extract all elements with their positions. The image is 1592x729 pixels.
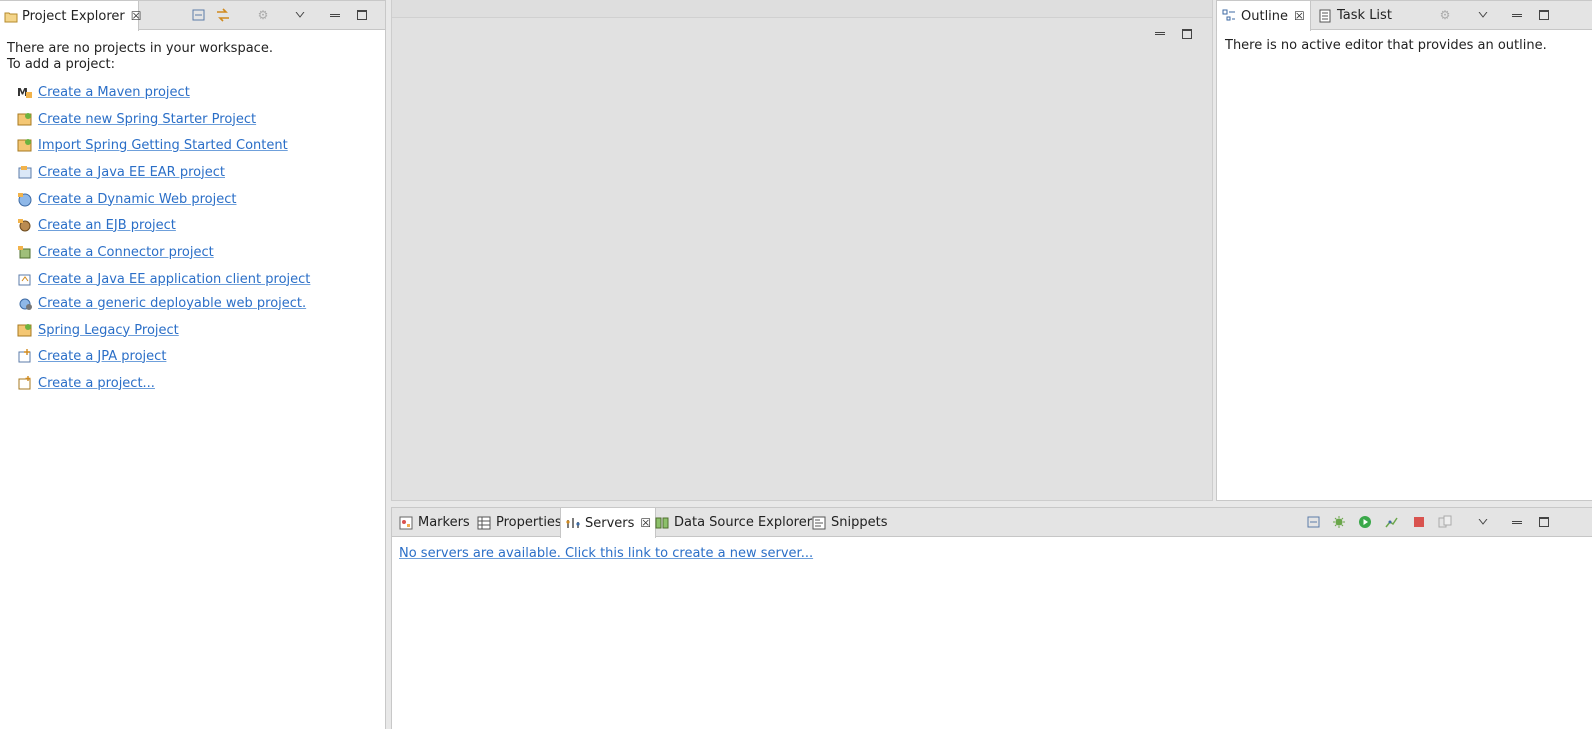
outline-tabbar: Outline ☒ Task List ⚙ [1216, 1, 1592, 31]
close-icon[interactable]: ☒ [131, 9, 142, 23]
maximize-button[interactable] [1535, 513, 1553, 531]
servers-icon [565, 515, 581, 531]
new-project-icon [17, 375, 33, 391]
folder-icon [4, 8, 18, 24]
tab-label: Outline [1241, 8, 1289, 24]
spring-starter-icon [17, 111, 33, 127]
editor-maximize-button[interactable] [1178, 25, 1196, 43]
ejb-project-icon [17, 217, 33, 233]
view-menu-button[interactable] [1474, 6, 1492, 24]
tab-snippets[interactable]: Snippets [807, 508, 891, 537]
profile-server-icon[interactable] [1382, 513, 1400, 531]
tab-properties[interactable]: Properties [472, 508, 566, 537]
tab-label: Data Source Explorer [674, 515, 813, 530]
outline-view: Outline ☒ Task List ⚙ There is no active… [1216, 0, 1592, 501]
import-spring-content-link[interactable]: Import Spring Getting Started Content [17, 135, 288, 155]
spring-legacy-icon [17, 322, 33, 338]
data-source-icon [654, 515, 670, 531]
debug-server-icon[interactable] [1330, 513, 1348, 531]
intro-line-2: To add a project: [7, 57, 116, 72]
stop-server-icon[interactable] [1410, 513, 1428, 531]
editor-area [391, 0, 1213, 501]
tab-data-source-explorer[interactable]: Data Source Explorer [650, 508, 816, 537]
create-connector-project-link[interactable]: Create a Connector project [17, 242, 214, 262]
view-menu-button[interactable] [1474, 513, 1492, 531]
tab-label: Project Explorer [22, 8, 125, 24]
tab-label: Snippets [831, 515, 888, 530]
editor-tab-strip [392, 0, 1212, 18]
create-spring-starter-link[interactable]: Create new Spring Starter Project [17, 109, 256, 129]
bottom-tabbar: Markers Properties Servers ☒ Data Source… [392, 508, 1592, 538]
view-menu-button[interactable] [291, 6, 309, 24]
spring-import-icon [17, 137, 33, 153]
maven-project-icon: M [17, 84, 33, 100]
tab-label: Task List [1337, 8, 1392, 23]
snippets-icon [811, 515, 827, 531]
app-client-project-icon [17, 271, 33, 287]
start-server-icon[interactable] [1356, 513, 1374, 531]
create-app-client-project-link[interactable]: Create a Java EE application client proj… [17, 269, 310, 289]
create-project-link[interactable]: Create a project... [17, 373, 155, 393]
create-maven-project-link[interactable]: M Create a Maven project [17, 82, 190, 102]
bottom-panel: Markers Properties Servers ☒ Data Source… [391, 507, 1592, 729]
filter-icon[interactable]: ⚙ [1436, 6, 1454, 24]
tab-markers[interactable]: Markers [394, 508, 474, 537]
tab-servers[interactable]: Servers ☒ [560, 508, 657, 538]
link-with-editor-button[interactable] [214, 6, 232, 24]
spring-legacy-project-link[interactable]: Spring Legacy Project [17, 320, 179, 340]
task-list-icon [1317, 8, 1333, 24]
close-icon[interactable]: ☒ [1294, 9, 1305, 23]
tab-task-list[interactable]: Task List [1313, 1, 1396, 30]
tab-outline[interactable]: Outline ☒ [1216, 1, 1311, 31]
intro-line-1: There are no projects in your workspace. [7, 41, 273, 56]
minimize-button[interactable] [1508, 513, 1526, 531]
collapse-all-button[interactable] [1304, 513, 1322, 531]
minimize-button[interactable] [1508, 6, 1526, 24]
filter-icon[interactable]: ⚙ [254, 6, 272, 24]
create-generic-web-project-link[interactable]: Create a generic deployable web project. [17, 293, 306, 313]
empty-workspace-message: There are no projects in your workspace.… [7, 41, 273, 73]
web-project-icon [17, 191, 33, 207]
ear-project-icon [17, 164, 33, 180]
jpa-project-icon [17, 348, 33, 364]
publish-server-icon[interactable] [1436, 513, 1454, 531]
tab-label: Servers [585, 515, 635, 531]
create-server-link[interactable]: No servers are available. Click this lin… [399, 546, 813, 561]
collapse-all-button[interactable] [189, 6, 207, 24]
generic-web-project-icon [17, 295, 33, 311]
maximize-button[interactable] [353, 6, 371, 24]
properties-icon [476, 515, 492, 531]
create-ejb-project-link[interactable]: Create an EJB project [17, 215, 176, 235]
outline-empty-message: There is no active editor that provides … [1225, 38, 1547, 53]
create-jpa-project-link[interactable]: Create a JPA project [17, 346, 166, 366]
tab-label: Markers [418, 515, 470, 530]
maximize-button[interactable] [1535, 6, 1553, 24]
markers-icon [398, 515, 414, 531]
project-explorer-view: Project Explorer ☒ ⚙ There are no projec… [0, 0, 386, 729]
minimize-button[interactable] [326, 6, 344, 24]
create-ear-project-link[interactable]: Create a Java EE EAR project [17, 162, 225, 182]
project-explorer-tabbar: Project Explorer ☒ ⚙ [0, 1, 385, 31]
connector-project-icon [17, 244, 33, 260]
editor-minimize-button[interactable] [1151, 24, 1169, 42]
tab-label: Properties [496, 515, 562, 530]
outline-icon [1221, 8, 1237, 24]
tab-project-explorer[interactable]: Project Explorer ☒ [0, 1, 142, 31]
create-dynamic-web-project-link[interactable]: Create a Dynamic Web project [17, 189, 237, 209]
